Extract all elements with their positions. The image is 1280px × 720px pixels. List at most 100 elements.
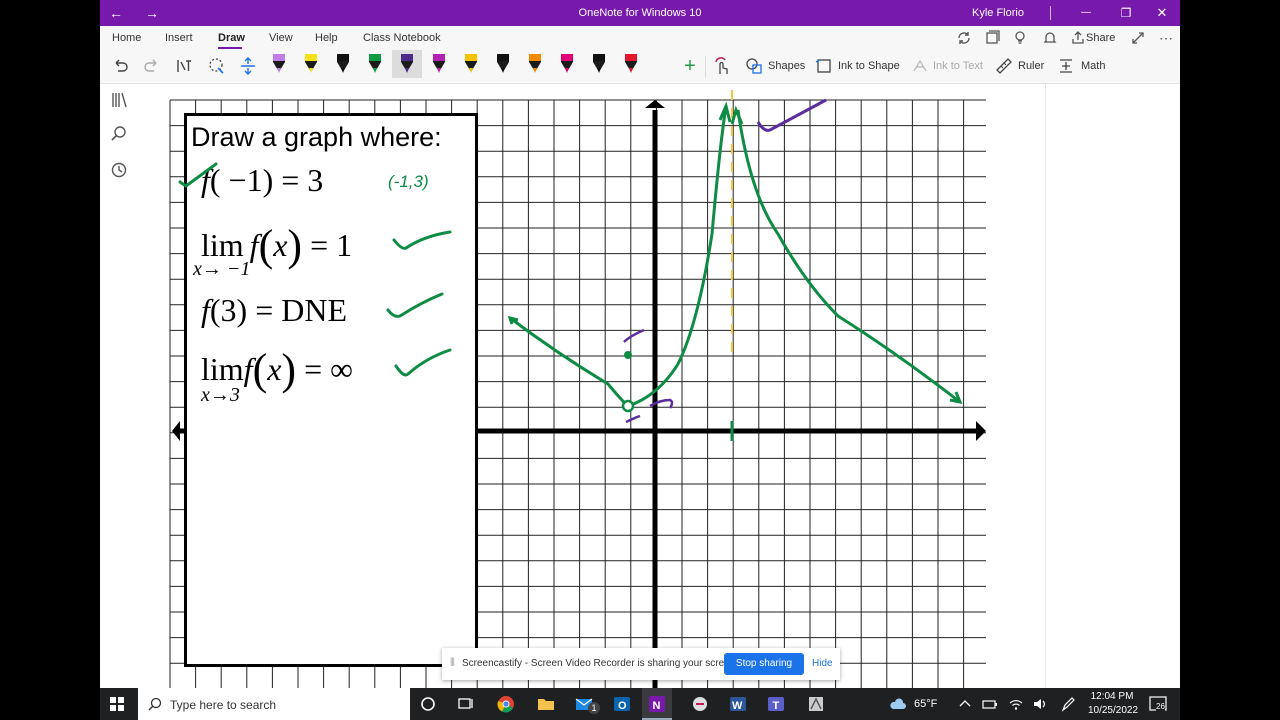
outlook-icon[interactable]: O xyxy=(612,694,632,714)
chevron-up-icon[interactable] xyxy=(958,694,972,714)
open-circle-point xyxy=(621,399,635,413)
ink-to-text-button: Ink to Text xyxy=(933,60,983,72)
pen-tool-6[interactable] xyxy=(430,52,448,76)
active-tab-indicator xyxy=(218,47,242,49)
shapes-icon[interactable] xyxy=(744,56,764,76)
pen-tool-10[interactable] xyxy=(558,52,576,76)
add-pen-icon[interactable]: + xyxy=(680,56,700,76)
redo-icon[interactable] xyxy=(142,56,162,76)
volume-icon[interactable] xyxy=(1032,694,1048,714)
touch-draw-icon[interactable] xyxy=(712,56,732,76)
tab-home[interactable]: Home xyxy=(112,32,141,44)
type-select-icon[interactable] xyxy=(174,56,194,76)
function-name: f xyxy=(201,162,210,198)
limit-operator: lim xyxy=(201,351,244,387)
more-options-icon[interactable]: ⋯ xyxy=(1156,28,1176,48)
svg-text:T: T xyxy=(773,700,780,712)
tab-help[interactable]: Help xyxy=(315,32,338,44)
title-bar: ← → OneNote for Windows 10 Kyle Florio —… xyxy=(100,0,1180,26)
shapes-button[interactable]: Shapes xyxy=(768,60,805,72)
pen-menu-icon[interactable] xyxy=(1060,694,1076,714)
close-button[interactable]: ✕ xyxy=(1148,0,1176,26)
recent-icon[interactable] xyxy=(109,160,129,180)
condition-value: = 3 xyxy=(281,162,324,198)
function-name: f xyxy=(201,292,210,328)
onenote-icon: N xyxy=(649,696,665,712)
search-placeholder: Type here to search xyxy=(170,698,277,712)
clock-date[interactable]: 10/25/2022 xyxy=(1084,705,1142,716)
windows-start-icon[interactable] xyxy=(110,697,124,711)
battery-icon[interactable] xyxy=(982,694,998,714)
y-axis-arrow xyxy=(645,100,665,108)
pen-tool-1[interactable] xyxy=(270,52,288,76)
task-view-icon[interactable] xyxy=(456,694,476,714)
chrome-icon[interactable] xyxy=(496,694,516,714)
math-icon[interactable] xyxy=(1056,56,1076,76)
pen-tool-7[interactable] xyxy=(462,52,480,76)
function-variable: x xyxy=(267,351,282,387)
share-icon[interactable] xyxy=(1070,30,1086,46)
x-axis-arrow xyxy=(976,421,986,441)
navigation-pane xyxy=(100,84,138,688)
lasso-select-icon[interactable] xyxy=(206,56,226,76)
ink-to-shape-icon[interactable] xyxy=(814,56,834,76)
snip-tool-icon[interactable] xyxy=(690,694,710,714)
pen-tool-5[interactable] xyxy=(392,50,422,78)
notification-bell-icon[interactable] xyxy=(1042,30,1058,46)
ink-to-shape-button[interactable]: Ink to Shape xyxy=(838,60,900,72)
pen-tool-2[interactable] xyxy=(302,52,320,76)
word-icon[interactable]: W xyxy=(728,694,748,714)
ink-to-text-icon xyxy=(913,59,927,72)
ruler-button[interactable]: Ruler xyxy=(1018,60,1044,72)
title-separator xyxy=(1050,6,1051,20)
taskbar-search[interactable]: Type here to search xyxy=(138,688,410,720)
svg-text:W: W xyxy=(732,700,743,712)
sync-icon[interactable] xyxy=(956,30,972,46)
file-explorer-icon[interactable] xyxy=(536,694,556,714)
function-curve-right xyxy=(736,109,961,404)
function-argument: ( −1) xyxy=(209,162,274,198)
minimize-button[interactable]: — xyxy=(1072,0,1100,26)
tab-draw[interactable]: Draw xyxy=(218,32,245,44)
function-variable: x xyxy=(273,227,288,263)
search-icon[interactable] xyxy=(109,124,129,144)
pen-tool-11[interactable] xyxy=(590,52,608,76)
expand-icon[interactable] xyxy=(1130,30,1146,46)
condition-value: = ∞ xyxy=(304,351,353,387)
ruler-icon[interactable] xyxy=(994,56,1014,76)
notification-count: 26 xyxy=(1156,702,1165,711)
ribbon-separator xyxy=(705,56,706,78)
notebooks-icon[interactable] xyxy=(109,90,129,110)
tab-class-notebook[interactable]: Class Notebook xyxy=(363,32,441,44)
pen-tool-3[interactable] xyxy=(334,52,352,76)
hide-button[interactable]: Hide xyxy=(812,658,833,669)
tab-insert[interactable]: Insert xyxy=(165,32,193,44)
app-icon[interactable] xyxy=(806,694,826,714)
pen-tool-4[interactable] xyxy=(366,52,384,76)
maximize-button[interactable]: ❐ xyxy=(1112,0,1140,26)
pen-tool-8[interactable] xyxy=(494,52,512,76)
function-name: f xyxy=(243,351,253,387)
lightbulb-icon[interactable] xyxy=(1012,30,1028,46)
share-notice: Screencastify - Screen Video Recorder is… xyxy=(462,658,739,669)
share-button[interactable]: Share xyxy=(1086,32,1115,44)
math-button[interactable]: Math xyxy=(1081,60,1105,72)
add-space-icon[interactable] xyxy=(238,56,258,76)
canvas-divider xyxy=(1045,84,1046,688)
condition-value: = DNE xyxy=(255,292,348,328)
tab-view[interactable]: View xyxy=(269,32,293,44)
weather-temperature[interactable]: 65°F xyxy=(914,698,937,710)
undo-icon[interactable] xyxy=(110,56,130,76)
clock-time[interactable]: 12:04 PM xyxy=(1090,691,1134,702)
pen-tool-9[interactable] xyxy=(526,52,544,76)
drag-handle-icon[interactable]: ⦀ xyxy=(450,657,455,670)
onenote-taskbar-active[interactable]: N xyxy=(642,688,672,720)
pen-tool-12[interactable] xyxy=(622,52,640,76)
pages-icon[interactable] xyxy=(984,30,1000,46)
user-name[interactable]: Kyle Florio xyxy=(972,0,1024,26)
cortana-icon[interactable] xyxy=(418,694,438,714)
teams-icon[interactable]: T xyxy=(766,694,786,714)
stop-sharing-button[interactable]: Stop sharing xyxy=(724,653,804,675)
wifi-icon[interactable] xyxy=(1008,694,1024,714)
condition-value: = 1 xyxy=(310,227,353,263)
